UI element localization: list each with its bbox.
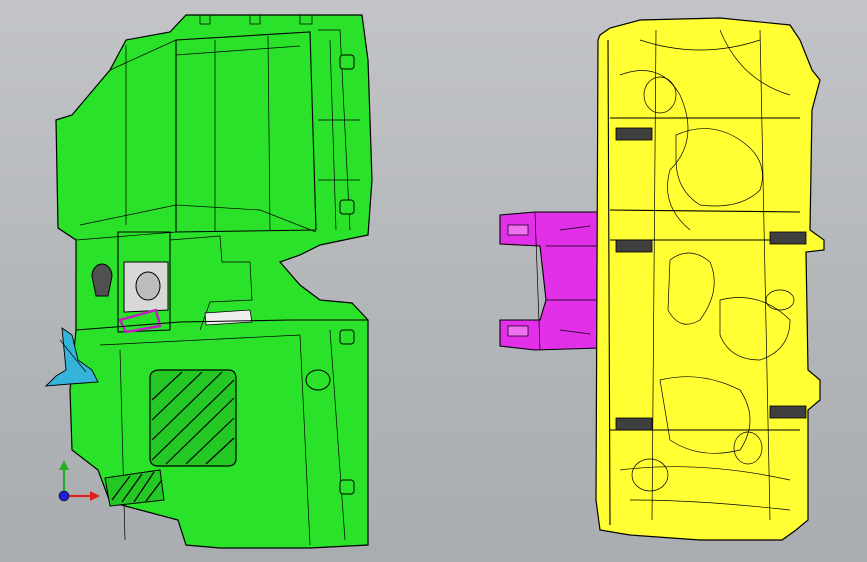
oval-hole	[91, 263, 113, 297]
floor-panel-rear[interactable]	[595, 17, 825, 541]
connector-bracket[interactable]	[499, 211, 607, 351]
floor-panel-rear-body[interactable]	[595, 17, 825, 541]
y-axis-arrow	[59, 460, 69, 470]
z-axis-dot	[58, 490, 70, 502]
hatched-pad	[149, 369, 237, 467]
graphics-viewport[interactable]	[0, 0, 867, 562]
floor-panel-front[interactable]	[55, 14, 373, 549]
x-axis-arrow	[90, 491, 100, 501]
